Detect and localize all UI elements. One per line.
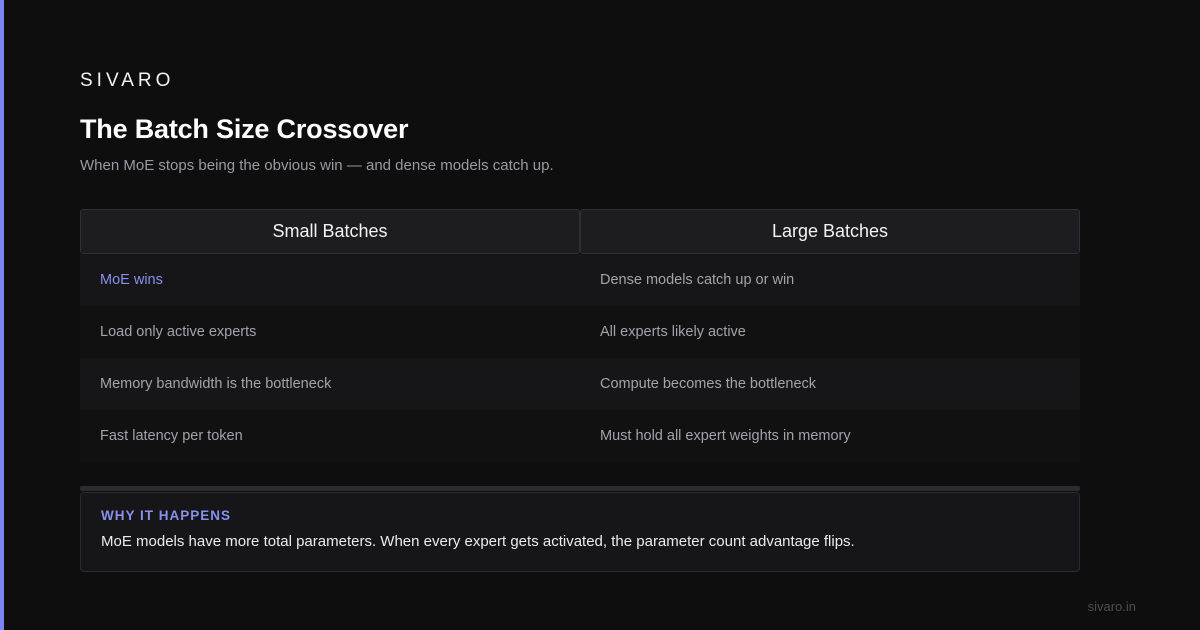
- column-header-small-batches: Small Batches: [80, 209, 580, 254]
- table-cell: Dense models catch up or win: [600, 272, 795, 288]
- table-cell: All experts likely active: [600, 324, 746, 340]
- table-cell: Compute becomes the bottleneck: [600, 376, 817, 392]
- brand-logo: SIVARO: [80, 70, 175, 91]
- table-cell: MoE wins: [100, 272, 163, 288]
- column-header-large-batches: Large Batches: [580, 209, 1080, 254]
- callout-label: WHY IT HAPPENS: [101, 508, 232, 523]
- table-cell: Must hold all expert weights in memory: [600, 428, 851, 444]
- table-cell: Memory bandwidth is the bottleneck: [100, 376, 332, 392]
- table-header-row: Small Batches Large Batches: [80, 209, 1080, 254]
- table-cell: Load only active experts: [100, 324, 257, 340]
- table-row: Memory bandwidth is the bottleneck Compu…: [80, 358, 1080, 410]
- section-divider: [80, 486, 1080, 491]
- page-title: The Batch Size Crossover: [80, 114, 409, 144]
- footer-url: sivaro.in: [1087, 599, 1136, 614]
- page-subtitle: When MoE stops being the obvious win — a…: [80, 157, 554, 174]
- why-it-happens-callout: WHY IT HAPPENS MoE models have more tota…: [80, 492, 1080, 572]
- table-row: Load only active experts All experts lik…: [80, 306, 1080, 358]
- table-row: MoE wins Dense models catch up or win: [80, 254, 1080, 306]
- table-cell: Fast latency per token: [100, 428, 243, 444]
- table-row: Fast latency per token Must hold all exp…: [80, 410, 1080, 462]
- left-accent-bar: [0, 0, 4, 630]
- comparison-table: Small Batches Large Batches MoE wins Den…: [80, 209, 1080, 462]
- callout-text: MoE models have more total parameters. W…: [101, 533, 855, 550]
